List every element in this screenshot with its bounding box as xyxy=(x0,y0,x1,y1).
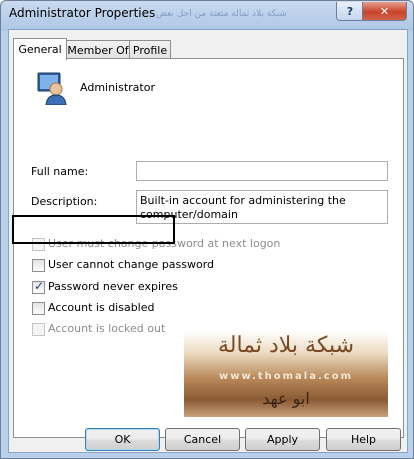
tab-general[interactable]: General xyxy=(13,38,67,60)
banner-arabic-title: شبكة بلاد ثمالة xyxy=(217,333,355,358)
cancel-button[interactable]: Cancel xyxy=(165,428,240,451)
description-line-1: Built-in account for administering the xyxy=(140,194,346,207)
account-locked-checkbox[interactable] xyxy=(32,323,45,336)
close-button[interactable]: ✕ xyxy=(362,2,407,21)
apply-button[interactable]: Apply xyxy=(245,428,320,451)
general-tab-panel: Administrator Full name: Description: Bu… xyxy=(13,58,404,438)
account-locked-label: Account is locked out xyxy=(48,322,166,335)
properties-window: Administrator Properties شبكة بلاد ثمالة… xyxy=(0,0,414,459)
banner-url: www.thomala.com xyxy=(218,371,353,382)
checkmark-icon: ✓ xyxy=(34,279,45,293)
user-name: Administrator xyxy=(80,81,155,94)
window-title: Administrator Properties xyxy=(9,6,156,20)
help-button[interactable]: Help xyxy=(326,428,401,451)
ok-button[interactable]: OK xyxy=(85,428,160,451)
title-bar[interactable]: Administrator Properties شبكة بلاد ثمالة… xyxy=(1,1,413,27)
title-watermark: شبكة بلاد ثمالة متعتة من اجل بعض xyxy=(156,9,287,19)
help-title-button[interactable]: ? xyxy=(336,2,364,21)
tab-member-of-label: Member Of xyxy=(67,44,129,57)
user-icon xyxy=(37,72,67,105)
cannot-change-password-checkbox[interactable] xyxy=(32,259,45,272)
close-icon: ✕ xyxy=(379,4,390,18)
password-never-expires-checkbox[interactable]: ✓ xyxy=(32,279,45,294)
cannot-change-password-label: User cannot change password xyxy=(48,258,215,271)
full-name-label: Full name: xyxy=(31,165,89,178)
banner-signature: ابو عهد xyxy=(262,389,310,408)
account-disabled-label: Account is disabled xyxy=(48,301,155,314)
password-never-expires-label: Password never expires xyxy=(48,280,178,293)
tab-general-label: General xyxy=(18,43,62,56)
tab-member-of[interactable]: Member Of xyxy=(66,40,130,60)
full-name-input[interactable] xyxy=(136,161,388,181)
tab-profile[interactable]: Profile xyxy=(129,40,171,60)
watermark-banner: شبكة بلاد ثمالة www.thomala.com ابو عهد xyxy=(184,331,388,417)
description-label: Description: xyxy=(31,195,98,208)
highlight-annotation-box xyxy=(12,215,175,244)
tab-profile-label: Profile xyxy=(132,44,168,57)
account-disabled-checkbox[interactable] xyxy=(32,302,45,315)
